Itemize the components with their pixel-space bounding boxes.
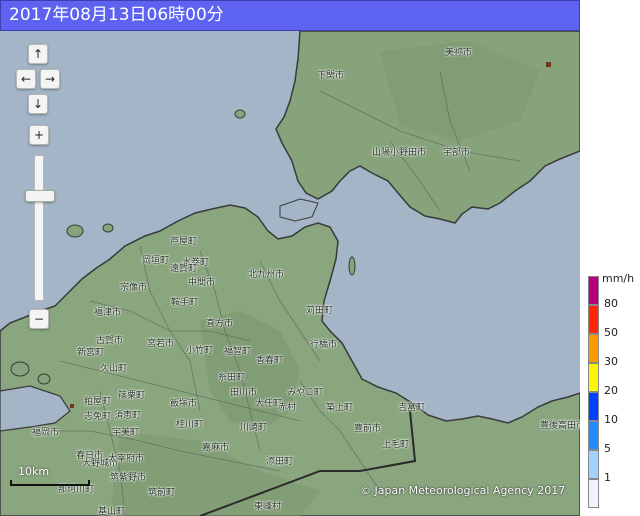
place-label: 太宰府市 [108,454,145,464]
place-label: 桂川町 [176,420,204,430]
place-label: 篠栗町 [118,391,146,401]
timestamp-title: 2017年08月13日06時00分 [0,0,580,31]
place-label: 北九州市 [248,270,285,280]
place-label: 小竹町 [186,346,214,356]
legend-label: 20 [604,384,618,397]
radar-map[interactable]: 美祢市 下関市 山陽小野田市 宇部市 芦屋町 岡垣町 水巻町 遠賀町 北九州市 … [0,31,580,516]
legend-label: 1 [604,471,611,484]
place-label: 赤村 [278,403,297,413]
place-label: 宇部市 [443,148,471,158]
place-label: 宗像市 [120,283,148,293]
legend-swatch [588,334,599,363]
place-label: 豊後高田市 [540,421,580,431]
pan-up-button[interactable]: ↑ [28,44,48,64]
legend-label: 50 [604,326,618,339]
place-label: 久山町 [100,364,128,374]
scale-label: 10km [18,465,50,478]
place-label: 須恵町 [114,411,142,421]
legend-swatch [588,479,599,508]
place-label: 豊前市 [354,424,382,434]
scale-bar [10,480,90,486]
station-marker [546,62,551,67]
island-1 [66,224,84,238]
precipitation-legend: mm/h 80 50 30 20 10 5 1 [586,272,640,516]
legend-swatch [588,305,599,334]
place-label: 芦屋町 [170,237,198,247]
place-label: 香春町 [256,356,284,366]
island-4 [37,373,51,385]
island-2 [234,109,246,119]
place-label: 苅田町 [306,306,334,316]
place-label: 山陽小野田市 [372,148,427,158]
place-label: 川崎町 [240,423,268,433]
copyright-text: © Japan Meteorological Agency 2017 [360,484,566,497]
place-label: 鞍手町 [171,298,199,308]
island-5 [348,256,356,276]
zoom-in-button[interactable]: + [29,125,49,145]
place-label: 遠賀町 [170,264,198,274]
place-label: 筑紫野市 [110,473,147,483]
place-label: 築上町 [326,403,354,413]
place-label: 基山町 [98,507,126,516]
place-label: 新宮町 [77,348,105,358]
place-label: 下関市 [317,71,345,81]
station-marker-2 [70,404,74,408]
place-label: 筑前町 [148,488,176,498]
place-label: 粕屋町 [84,397,112,407]
island-3 [10,361,30,377]
place-label: 美祢市 [445,48,473,58]
legend-swatch [588,276,599,305]
pan-down-button[interactable]: ↓ [28,94,48,114]
legend-label: 10 [604,413,618,426]
pan-right-button[interactable]: → [40,69,60,89]
place-label: 添田町 [266,457,294,467]
place-label: 東峰村 [254,502,282,512]
island-6 [102,223,114,233]
place-label: 中間市 [188,278,216,288]
place-label: 飯塚市 [170,399,198,409]
legend-swatch [588,421,599,450]
zoom-slider-track[interactable] [34,155,44,301]
zoom-slider-handle[interactable] [25,190,55,202]
place-label: 志免町 [84,412,112,422]
legend-label: 30 [604,355,618,368]
map-terrain [0,31,580,516]
place-label: 上毛町 [382,440,410,450]
legend-swatch [588,392,599,421]
place-label: 糸田町 [218,373,246,383]
zoom-out-button[interactable]: − [29,309,49,329]
place-label: 岡垣町 [142,256,170,266]
legend-swatch [588,450,599,479]
place-label: 福津市 [94,308,122,318]
place-label: 嘉麻市 [202,443,230,453]
place-label: 宮若市 [147,339,175,349]
place-label: みやこ町 [287,388,324,398]
legend-swatch [588,363,599,392]
place-label: 福智町 [224,347,252,357]
place-label: 行橋市 [310,340,338,350]
place-label: 田川市 [230,388,258,398]
legend-label: 80 [604,297,618,310]
place-label: 福岡市 [32,428,60,438]
place-label: 直方市 [206,319,234,329]
place-label: 宇美町 [112,428,140,438]
pan-left-button[interactable]: ← [16,69,36,89]
legend-unit: mm/h [602,272,635,285]
legend-label: 5 [604,442,611,455]
place-label: 吉富町 [398,403,426,413]
